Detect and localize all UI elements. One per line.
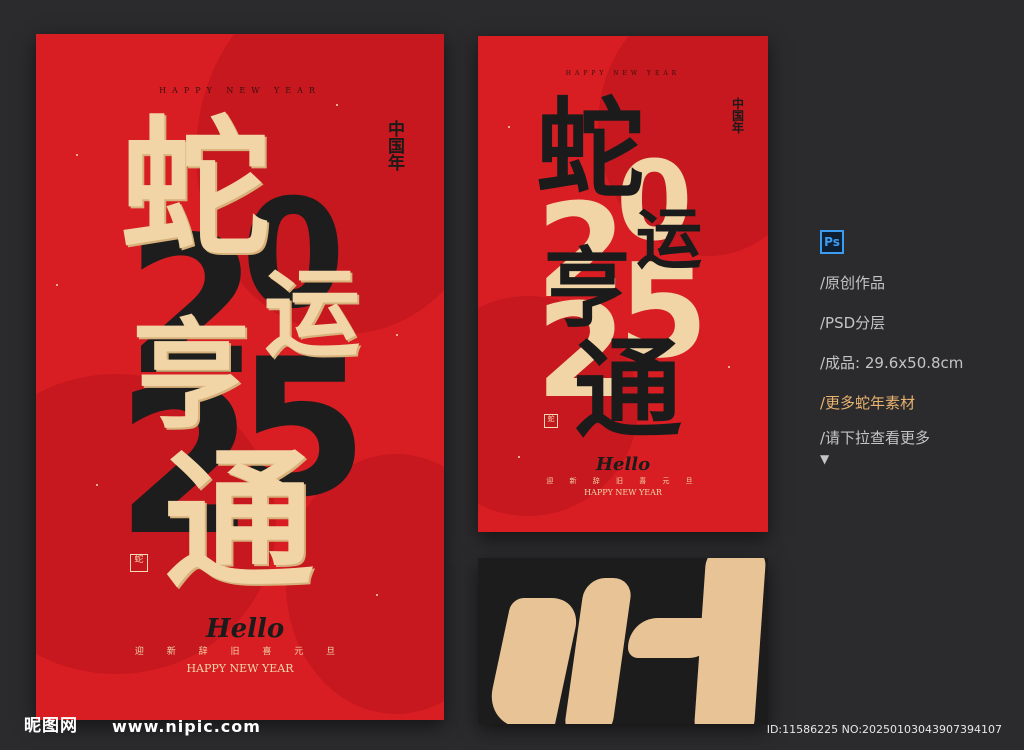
confetti (518, 456, 520, 458)
site-url[interactable]: www.nipic.com (112, 717, 261, 736)
calligraphy-yun: 运 (636, 200, 702, 278)
confetti (336, 104, 338, 106)
down-arrow-icon: ▼ (820, 452, 830, 466)
header-text: HAPPY NEW YEAR (159, 86, 321, 95)
confetti (56, 284, 58, 286)
calligraphy-tong: 通 (164, 433, 315, 609)
nipic-logo: 昵图网 (24, 716, 78, 736)
poster-secondary: HAPPY NEW YEAR 中国年 2 0 2 5 蛇 运 亨 通 蛇 Hel… (478, 36, 768, 532)
footer-en: HAPPY NEW YEAR (584, 488, 662, 497)
calligraphy-yun: 运 (264, 257, 360, 370)
confetti (376, 594, 378, 596)
info-panel: Ps /原创作品 /PSD分层 /成品: 29.6x50.8cm /更多蛇年素材… (820, 222, 963, 466)
info-item: /请下拉查看更多 (820, 428, 931, 447)
ps-badge-row: Ps (820, 222, 963, 262)
detail-crop (478, 558, 768, 724)
zhongguonian-badge: 中国年 (732, 97, 745, 135)
confetti (396, 334, 398, 336)
confetti (728, 366, 730, 368)
calligraphy-she: 蛇 (120, 101, 271, 277)
info-item: /原创作品 (820, 273, 886, 292)
seal-stamp: 蛇 (544, 414, 558, 428)
calligraphy-tong: 通 (574, 327, 683, 453)
confetti (96, 484, 98, 486)
more-snake-year-link[interactable]: /更多蛇年素材 (820, 382, 963, 422)
header-text: HAPPY NEW YEAR (565, 70, 681, 77)
hello-script: Hello (206, 614, 285, 644)
image-id: ID:11586225 NO:20250103043907394107 (766, 723, 1002, 736)
hello-script: Hello (596, 454, 651, 475)
confetti (76, 154, 78, 156)
footer-cn: 迎 新 辞 旧 喜 元 旦 (546, 477, 700, 485)
photoshop-icon: Ps (820, 230, 844, 254)
poster-main: HAPPY NEW YEAR 中国年 2 0 2 5 蛇 运 亨 通 蛇 Hel… (36, 34, 444, 720)
calligraphy-heng: 亨 (132, 305, 251, 444)
info-item: /成品: 29.6x50.8cm (820, 353, 964, 372)
confetti (508, 126, 510, 128)
brush-stroke-detail (693, 558, 767, 724)
brush-stroke-detail (562, 578, 634, 724)
seal-stamp: 蛇 (130, 554, 148, 572)
watermark-bar: 昵图网 www.nipic.com ID:11586225 NO:2025010… (0, 712, 1024, 750)
footer-cn: 迎 新 辞 旧 喜 元 旦 (134, 647, 346, 657)
calligraphy-heng: 亨 (544, 238, 630, 339)
footer-en: HAPPY NEW YEAR (186, 662, 294, 675)
zhongguonian-badge: 中国年 (388, 120, 405, 174)
calligraphy-she: 蛇 (536, 87, 645, 213)
info-item: /PSD分层 (820, 313, 886, 332)
